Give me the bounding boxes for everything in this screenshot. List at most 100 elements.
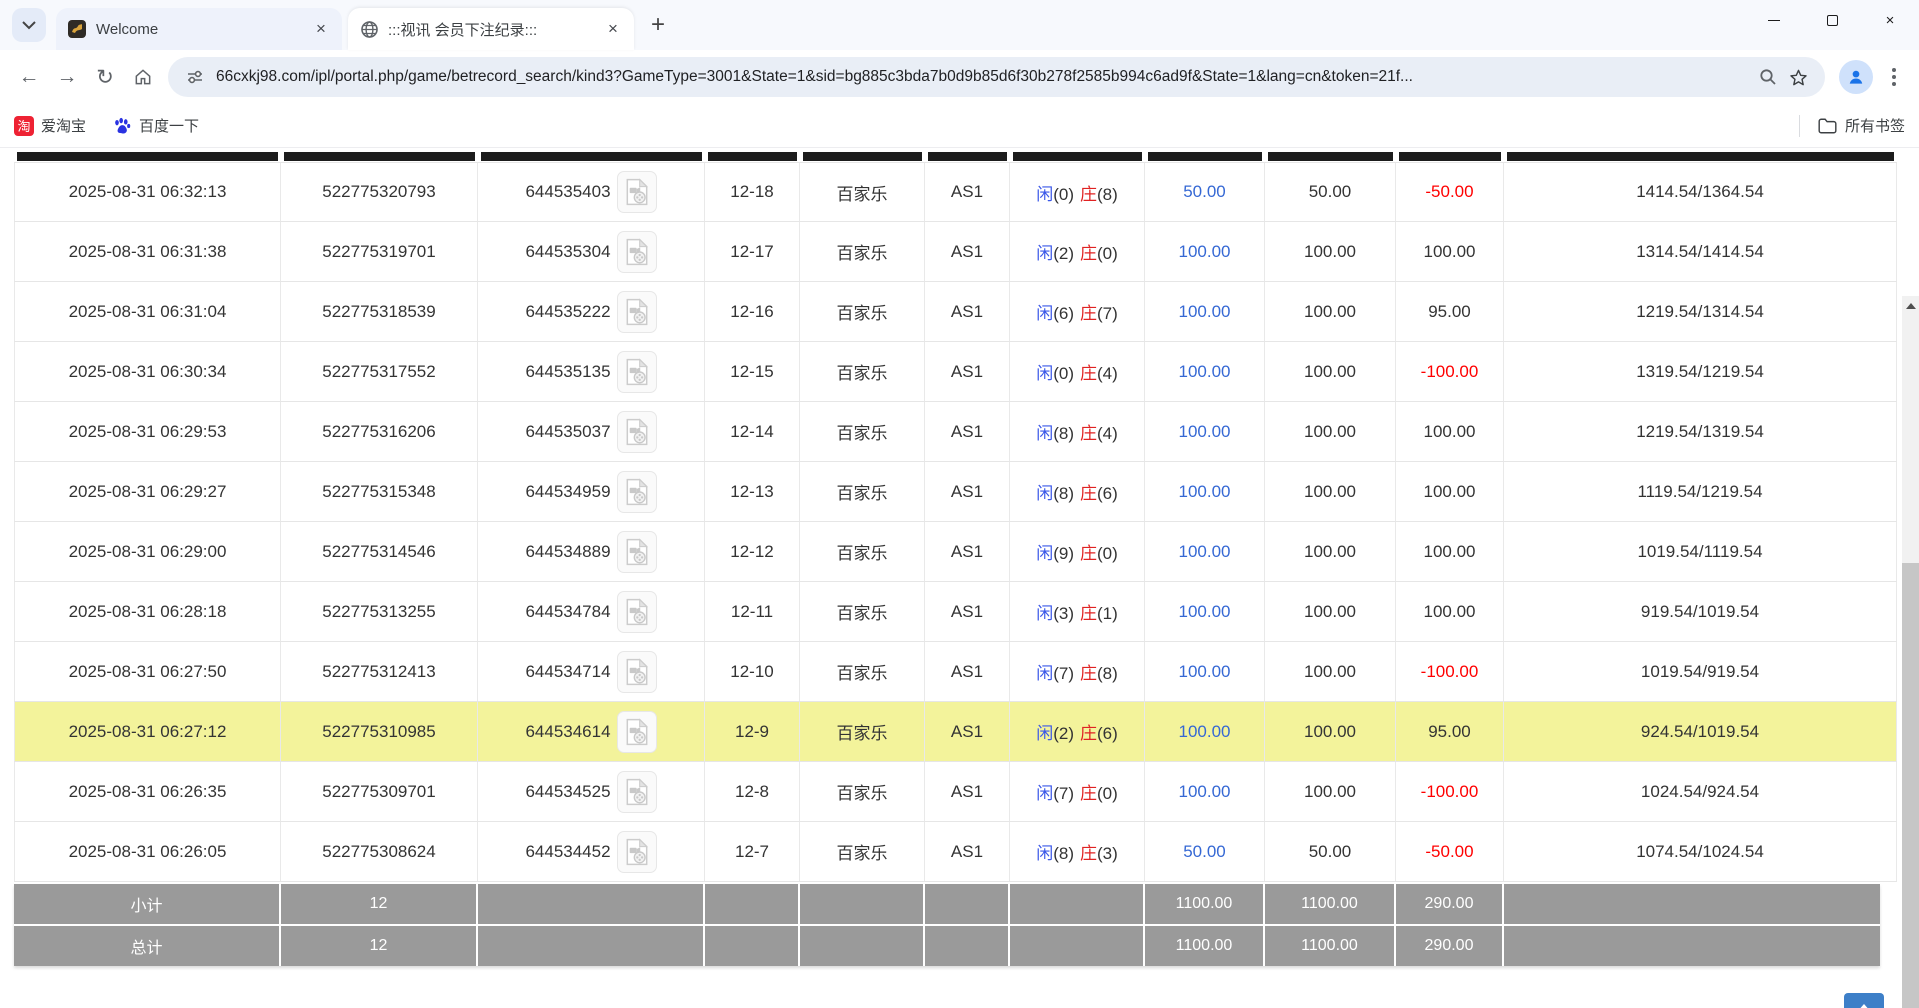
chevron-down-icon	[22, 21, 36, 30]
winloss-cell: -50.00	[1396, 163, 1504, 221]
bookmark-baidu[interactable]: 百度一下	[112, 115, 199, 136]
video-replay-button[interactable]	[617, 531, 657, 573]
table-row[interactable]: 2025-08-31 06:29:00 522775314546 6445348…	[14, 522, 1897, 582]
round-cell: 12-17	[705, 222, 800, 281]
video-replay-button[interactable]	[617, 351, 657, 393]
game-no-cell: 644534452	[478, 822, 705, 881]
tab-welcome[interactable]: Welcome ×	[56, 8, 342, 50]
xian-label: 闲	[1036, 664, 1053, 683]
winloss-cell: 95.00	[1396, 702, 1504, 761]
new-tab-button[interactable]: +	[642, 9, 674, 41]
table-row[interactable]: 2025-08-31 06:27:12 522775310985 6445346…	[14, 702, 1897, 762]
game-no: 644534614	[525, 722, 610, 742]
table-row[interactable]: 2025-08-31 06:29:53 522775316206 6445350…	[14, 402, 1897, 462]
tab-search-button[interactable]	[12, 8, 46, 42]
total-valid: 1100.00	[1265, 926, 1396, 966]
bet-amount-cell[interactable]: 100.00	[1145, 222, 1265, 281]
table-code-cell: AS1	[925, 282, 1010, 341]
home-button[interactable]	[124, 58, 162, 96]
video-replay-button[interactable]	[617, 771, 657, 813]
table-row[interactable]: 2025-08-31 06:31:38 522775319701 6445353…	[14, 222, 1897, 282]
bookmark-aitaobao[interactable]: 淘 爱淘宝	[14, 115, 86, 136]
balance-cell: 1019.54/1119.54	[1504, 522, 1897, 581]
table-row[interactable]: 2025-08-31 06:29:27 522775315348 6445349…	[14, 462, 1897, 522]
table-code-cell: AS1	[925, 402, 1010, 461]
video-replay-button[interactable]	[617, 231, 657, 273]
close-button[interactable]: ×	[1861, 0, 1919, 40]
game-type-cell: 百家乐	[800, 222, 925, 281]
winloss-cell: -100.00	[1396, 642, 1504, 701]
table-row[interactable]: 2025-08-31 06:26:05 522775308624 6445344…	[14, 822, 1897, 882]
bet-record-table: 2025-08-31 06:32:13 522775320793 6445354…	[14, 152, 1897, 968]
table-code-cell: AS1	[925, 462, 1010, 521]
tab-betrecord[interactable]: :::视讯 会员下注纪录::: ×	[348, 8, 634, 50]
bet-amount-cell[interactable]: 100.00	[1145, 582, 1265, 641]
bet-amount-cell[interactable]: 100.00	[1145, 522, 1265, 581]
bet-amount-cell[interactable]: 100.00	[1145, 462, 1265, 521]
table-code-cell: AS1	[925, 762, 1010, 821]
game-no: 644534714	[525, 662, 610, 682]
bet-amount-cell[interactable]: 50.00	[1145, 163, 1265, 221]
menu-kebab-icon[interactable]	[1879, 62, 1909, 92]
reload-button[interactable]: ↻	[86, 58, 124, 96]
all-bookmarks-button[interactable]: 所有书签	[1818, 115, 1905, 136]
url-text[interactable]: 66cxkj98.com/ipl/portal.php/game/betreco…	[216, 68, 1747, 86]
table-row[interactable]: 2025-08-31 06:27:50 522775312413 6445347…	[14, 642, 1897, 702]
subtotal-label: 小计	[14, 884, 281, 924]
bookmark-star-icon[interactable]	[1783, 62, 1813, 92]
video-replay-button[interactable]	[617, 711, 657, 753]
game-type-cell: 百家乐	[800, 582, 925, 641]
table-code-cell: AS1	[925, 222, 1010, 281]
minimize-icon	[1768, 20, 1780, 21]
bet-amount-cell[interactable]: 100.00	[1145, 402, 1265, 461]
xian-label: 闲	[1036, 424, 1053, 443]
total-winloss: 290.00	[1396, 926, 1504, 966]
tab-close-icon[interactable]: ×	[310, 18, 332, 40]
maximize-icon	[1827, 15, 1838, 26]
window-controls: ×	[1745, 0, 1919, 40]
tab-close-icon[interactable]: ×	[602, 18, 624, 40]
video-replay-button[interactable]	[617, 651, 657, 693]
vertical-scrollbar[interactable]	[1902, 296, 1919, 1008]
scrollbar-thumb[interactable]	[1902, 563, 1919, 1008]
table-row[interactable]: 2025-08-31 06:26:35 522775309701 6445345…	[14, 762, 1897, 822]
bet-amount-cell[interactable]: 100.00	[1145, 342, 1265, 401]
bet-amount-cell[interactable]: 50.00	[1145, 822, 1265, 881]
url-bar[interactable]: 66cxkj98.com/ipl/portal.php/game/betreco…	[168, 57, 1825, 97]
zoom-page-icon[interactable]	[1753, 62, 1783, 92]
result-cell: 闲(7) 庄(8)	[1010, 642, 1145, 701]
table-row[interactable]: 2025-08-31 06:28:18 522775313255 6445347…	[14, 582, 1897, 642]
bet-amount-cell[interactable]: 100.00	[1145, 702, 1265, 761]
balance-cell: 1074.54/1024.54	[1504, 822, 1897, 881]
site-controls-icon[interactable]	[180, 62, 210, 92]
bet-time-cell: 2025-08-31 06:29:27	[14, 462, 281, 521]
table-header-remnant	[14, 152, 1897, 162]
valid-amount-cell: 100.00	[1265, 642, 1396, 701]
video-replay-button[interactable]	[617, 591, 657, 633]
scrollbar-up-arrow-icon[interactable]	[1902, 296, 1919, 316]
maximize-button[interactable]	[1803, 0, 1861, 40]
subtotal-winloss: 290.00	[1396, 884, 1504, 924]
table-footer: 小计 12 1100.00 1100.00 290.00 总计 12	[14, 884, 1880, 966]
table-row[interactable]: 2025-08-31 06:30:34 522775317552 6445351…	[14, 342, 1897, 402]
game-no: 644535222	[525, 302, 610, 322]
bet-time-cell: 2025-08-31 06:29:53	[14, 402, 281, 461]
game-no-cell: 644534714	[478, 642, 705, 701]
back-button[interactable]: ←	[10, 58, 48, 96]
table-row[interactable]: 2025-08-31 06:32:13 522775320793 6445354…	[14, 162, 1897, 222]
video-replay-button[interactable]	[617, 471, 657, 513]
minimize-button[interactable]	[1745, 0, 1803, 40]
bet-amount-cell[interactable]: 100.00	[1145, 642, 1265, 701]
table-code-cell: AS1	[925, 642, 1010, 701]
bet-amount-cell[interactable]: 100.00	[1145, 282, 1265, 341]
video-replay-button[interactable]	[617, 171, 657, 213]
profile-avatar[interactable]	[1839, 60, 1873, 94]
video-replay-button[interactable]	[617, 411, 657, 453]
video-replay-button[interactable]	[617, 291, 657, 333]
forward-button[interactable]: →	[48, 58, 86, 96]
video-replay-button[interactable]	[617, 831, 657, 873]
back-to-top-button[interactable]	[1844, 993, 1884, 1008]
bet-amount-cell[interactable]: 100.00	[1145, 762, 1265, 821]
bet-time-cell: 2025-08-31 06:30:34	[14, 342, 281, 401]
table-row[interactable]: 2025-08-31 06:31:04 522775318539 6445352…	[14, 282, 1897, 342]
